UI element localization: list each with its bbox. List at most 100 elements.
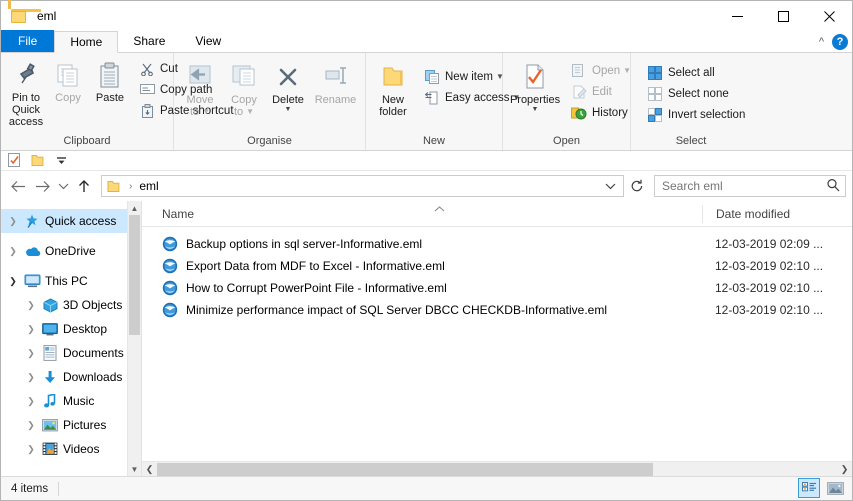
view-mode-buttons (798, 478, 846, 498)
tab-view[interactable]: View (180, 30, 236, 52)
sidebar-item-3d-objects[interactable]: ❯ 3D Objects (1, 293, 141, 317)
scroll-down-arrow[interactable]: ▼ (128, 462, 141, 476)
move-to-button[interactable]: Move to ▼ (178, 58, 222, 120)
file-name-cell[interactable]: Minimize performance impact of SQL Serve… (142, 302, 702, 318)
tab-home[interactable]: Home (54, 31, 119, 53)
sidebar-item-pictures[interactable]: ❯ Pictures (1, 413, 141, 437)
table-row[interactable]: Backup options in sql server-Informative… (142, 233, 852, 255)
navigation-bar: › eml (1, 171, 852, 201)
tab-share[interactable]: Share (118, 30, 180, 52)
open-button[interactable]: Open ▼ (567, 60, 634, 81)
customize-dropdown-icon[interactable] (53, 153, 69, 169)
chevron-right-icon[interactable]: ❯ (23, 324, 39, 335)
file-name-cell[interactable]: Export Data from MDF to Excel - Informat… (142, 258, 702, 274)
rename-button[interactable]: Rename (310, 58, 361, 108)
copy-to-button[interactable]: Copy to ▼ (222, 58, 266, 120)
chevron-right-icon[interactable]: ❯ (23, 396, 39, 407)
properties-button[interactable]: Properties ▼ (507, 58, 563, 115)
minimize-button[interactable] (714, 1, 760, 31)
column-header-name-label: Name (162, 206, 195, 221)
sidebar-item-music[interactable]: ❯ Music (1, 389, 141, 413)
chevron-down-icon[interactable]: ▼ (202, 106, 210, 118)
eml-file-icon (162, 302, 178, 318)
search-input[interactable] (660, 178, 826, 194)
chevron-right-icon[interactable]: ❯ (23, 444, 39, 455)
chevron-up-icon[interactable]: ^ (819, 36, 824, 48)
sidebar-item-quick-access[interactable]: ❯ Quick access (1, 209, 141, 233)
details-view-button[interactable] (798, 478, 820, 498)
chevron-down-icon[interactable] (600, 182, 621, 190)
file-name-cell[interactable]: How to Corrupt PowerPoint File - Informa… (142, 280, 702, 296)
new-folder-button[interactable]: New folder (370, 58, 416, 120)
scrollbar-thumb[interactable] (157, 462, 654, 476)
select-all-button[interactable]: Select all (643, 62, 748, 83)
scroll-right-arrow[interactable]: ❯ (837, 462, 852, 477)
sidebar-item-this-pc[interactable]: ❯ This PC (1, 269, 141, 293)
table-row[interactable]: Minimize performance impact of SQL Serve… (142, 299, 852, 321)
paste-label: Paste (95, 92, 125, 104)
this-pc-icon (21, 274, 43, 288)
breadcrumb[interactable]: › eml (107, 179, 159, 193)
help-button[interactable]: ? (832, 34, 848, 50)
chevron-down-icon[interactable]: ▼ (246, 106, 254, 118)
rename-label: Rename (314, 94, 357, 106)
chevron-down-icon[interactable]: ▼ (285, 106, 292, 113)
column-header-date-modified[interactable]: Date modified (702, 204, 852, 223)
up-arrow-icon[interactable] (73, 175, 95, 197)
table-row[interactable]: How to Corrupt PowerPoint File - Informa… (142, 277, 852, 299)
table-row[interactable]: Export Data from MDF to Excel - Informat… (142, 255, 852, 277)
sidebar-item-desktop[interactable]: ❯ Desktop (1, 317, 141, 341)
invert-selection-button[interactable]: Invert selection (643, 104, 748, 125)
recent-locations-icon[interactable] (55, 175, 71, 197)
forward-arrow-icon[interactable] (31, 175, 53, 197)
chevron-right-icon[interactable]: ❯ (23, 372, 39, 383)
scroll-left-arrow[interactable]: ❮ (142, 462, 157, 477)
close-button[interactable] (806, 1, 852, 31)
pin-to-quick-access-button[interactable]: Pin to Quick access (5, 56, 47, 130)
breadcrumb-item-eml[interactable]: eml (139, 179, 158, 193)
chevron-right-icon[interactable]: ❯ (23, 300, 39, 311)
search-box[interactable] (654, 175, 846, 197)
address-bar[interactable]: › eml (101, 175, 624, 197)
delete-button[interactable]: Delete ▼ (266, 58, 310, 115)
edit-button[interactable]: Edit (567, 81, 634, 102)
horizontal-scrollbar[interactable]: ❮ ❯ (142, 461, 852, 477)
maximize-button[interactable] (760, 1, 806, 31)
file-name-cell[interactable]: Backup options in sql server-Informative… (142, 236, 702, 252)
file-date-cell: 12-03-2019 02:10 ... (715, 281, 824, 295)
sidebar-item-documents[interactable]: ❯ Documents (1, 341, 141, 365)
status-bar: 4 items (1, 476, 852, 500)
scrollbar-track[interactable] (157, 461, 837, 477)
sidebar-scrollbar[interactable]: ▲ ▼ (127, 201, 141, 476)
chevron-right-icon[interactable]: ❯ (23, 420, 39, 431)
invert-selection-icon (646, 107, 664, 123)
properties-label: Properties (509, 94, 561, 106)
refresh-icon[interactable] (626, 175, 648, 197)
scroll-up-arrow[interactable]: ▲ (128, 201, 141, 215)
file-name-label: How to Corrupt PowerPoint File - Informa… (186, 281, 447, 295)
chevron-right-icon[interactable]: ❯ (23, 348, 39, 359)
column-headers: Name Date modified (142, 201, 852, 227)
chevron-down-icon[interactable]: ❯ (5, 276, 21, 287)
file-date-cell: 12-03-2019 02:09 ... (715, 237, 824, 251)
back-arrow-icon[interactable] (7, 175, 29, 197)
select-none-button[interactable]: Select none (643, 83, 748, 104)
sidebar-item-downloads[interactable]: ❯ Downloads (1, 365, 141, 389)
chevron-down-icon[interactable]: ▼ (532, 106, 539, 113)
paste-button[interactable]: Paste (89, 56, 131, 106)
column-header-name[interactable]: Name (142, 201, 702, 227)
properties-icon[interactable] (7, 153, 23, 169)
history-button[interactable]: History (567, 102, 634, 123)
ribbon-tabs: File Home Share View ^ ? (1, 30, 852, 53)
chevron-down-icon[interactable]: ▼ (623, 66, 631, 75)
sidebar-item-videos[interactable]: ❯ Videos (1, 437, 141, 461)
tab-file[interactable]: File (1, 30, 55, 52)
copy-button[interactable]: Copy (47, 56, 89, 106)
sidebar-item-onedrive[interactable]: ❯ OneDrive (1, 239, 141, 263)
search-icon[interactable] (826, 178, 840, 195)
chevron-right-icon[interactable]: ❯ (5, 216, 21, 227)
scrollbar-thumb[interactable] (129, 215, 140, 335)
large-icons-view-button[interactable] (824, 478, 846, 498)
chevron-right-icon[interactable]: ❯ (5, 246, 21, 257)
new-folder-icon[interactable] (30, 153, 46, 169)
